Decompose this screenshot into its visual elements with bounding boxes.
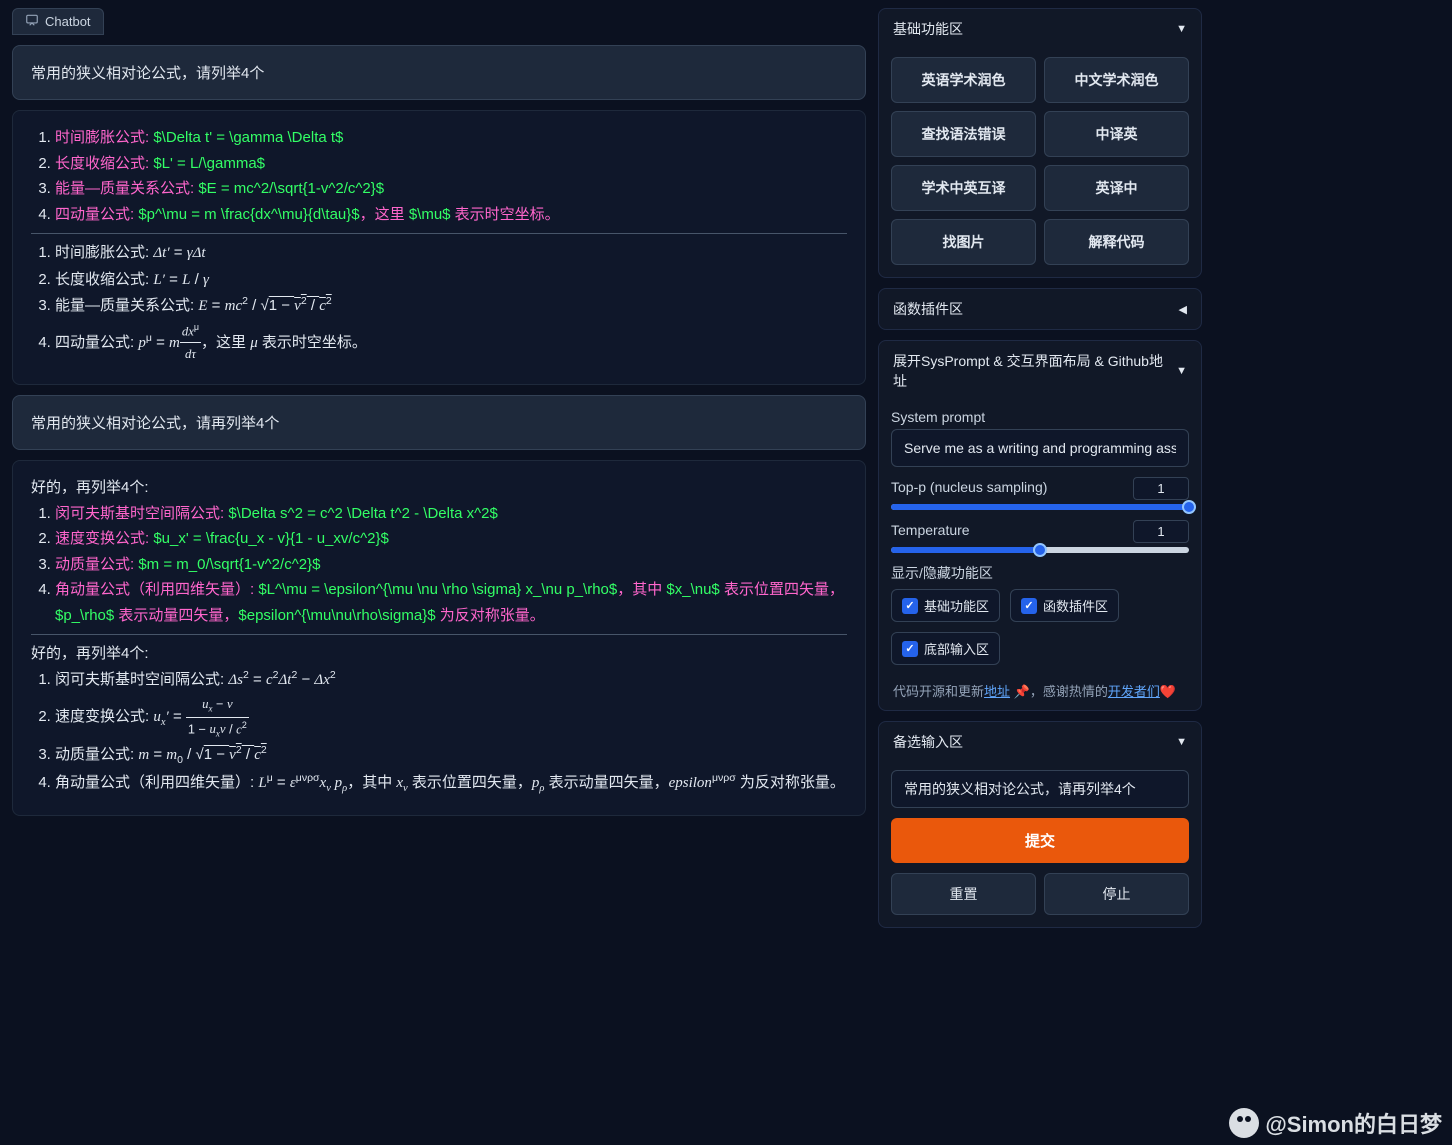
watermark: @Simon的白日梦 <box>1229 1107 1442 1139</box>
pin-icon: 📌 <box>1014 684 1030 699</box>
alt-input-field[interactable] <box>891 770 1189 808</box>
fn-btn-6[interactable]: 找图片 <box>891 219 1036 265</box>
fn-btn-2[interactable]: 查找语法错误 <box>891 111 1036 157</box>
fn-btn-3[interactable]: 中译英 <box>1044 111 1189 157</box>
bot2-raw-list: 闵可夫斯基时空间隔公式: $\Delta s^2 = c^2 \Delta t^… <box>31 501 847 629</box>
user-message-1: 常用的狭义相对论公式，请列举4个 <box>12 45 866 100</box>
fn-btn-1[interactable]: 中文学术润色 <box>1044 57 1189 103</box>
bot2-rendered-list: 闵可夫斯基时空间隔公式: Δs2 = c2Δt2 − Δx2 速度变换公式: u… <box>31 667 847 798</box>
footnote: 代码开源和更新地址 📌，感谢热情的开发者们❤️ <box>879 677 1201 710</box>
repo-link[interactable]: 地址 <box>984 684 1010 699</box>
check-plugins[interactable]: ✓函数插件区 <box>1010 589 1119 622</box>
fn-btn-5[interactable]: 英译中 <box>1044 165 1189 211</box>
panel-sysprompt: 展开SysPrompt & 交互界面布局 & Github地址 ▼ System… <box>878 340 1202 711</box>
temperature-value[interactable]: 1 <box>1133 520 1189 543</box>
stop-button[interactable]: 停止 <box>1044 873 1189 915</box>
basic-button-grid: 英语学术润色 中文学术润色 查找语法错误 中译英 学术中英互译 英译中 找图片 … <box>891 57 1189 265</box>
chevron-down-icon: ▼ <box>1176 736 1187 748</box>
topp-value[interactable]: 1 <box>1133 477 1189 500</box>
bot1-raw-list: 时间膨胀公式: $\Delta t' = \gamma \Delta t$ 长度… <box>31 125 847 227</box>
bot-message-1: 时间膨胀公式: $\Delta t' = \gamma \Delta t$ 长度… <box>12 110 866 385</box>
show-hide-label: 显示/隐藏功能区 <box>891 563 1189 583</box>
tab-chatbot[interactable]: Chatbot <box>12 8 104 35</box>
panel-plugins-header[interactable]: 函数插件区 ◀ <box>879 289 1201 329</box>
panel-alt-input: 备选输入区 ▼ 提交 重置 停止 <box>878 721 1202 928</box>
chevron-down-icon: ▼ <box>1176 365 1187 377</box>
fn-btn-4[interactable]: 学术中英互译 <box>891 165 1036 211</box>
sysprompt-input[interactable] <box>891 429 1189 467</box>
reset-button[interactable]: 重置 <box>891 873 1036 915</box>
bot-message-2: 好的，再列举4个: 闵可夫斯基时空间隔公式: $\Delta s^2 = c^2… <box>12 460 866 816</box>
weibo-icon <box>1229 1108 1259 1138</box>
panel-basic-header[interactable]: 基础功能区 ▼ <box>879 9 1201 49</box>
panel-basic: 基础功能区 ▼ 英语学术润色 中文学术润色 查找语法错误 中译英 学术中英互译 … <box>878 8 1202 278</box>
sidebar: 基础功能区 ▼ 英语学术润色 中文学术润色 查找语法错误 中译英 学术中英互译 … <box>878 0 1210 955</box>
topp-slider[interactable] <box>891 504 1189 510</box>
temperature-slider[interactable] <box>891 547 1189 553</box>
fn-btn-0[interactable]: 英语学术润色 <box>891 57 1036 103</box>
submit-button[interactable]: 提交 <box>891 818 1189 863</box>
chevron-left-icon: ◀ <box>1179 303 1187 316</box>
fn-btn-7[interactable]: 解释代码 <box>1044 219 1189 265</box>
panel-sysprompt-header[interactable]: 展开SysPrompt & 交互界面布局 & Github地址 ▼ <box>879 341 1201 401</box>
chevron-down-icon: ▼ <box>1176 23 1187 35</box>
tab-label: Chatbot <box>45 14 91 29</box>
check-bottom-input[interactable]: ✓底部输入区 <box>891 632 1000 665</box>
heart-icon: ❤️ <box>1160 684 1176 699</box>
temperature-label: Temperature <box>891 522 970 538</box>
tab-bar: Chatbot <box>12 8 866 35</box>
check-basic[interactable]: ✓基础功能区 <box>891 589 1000 622</box>
checkbox-row: ✓基础功能区 ✓函数插件区 ✓底部输入区 <box>891 589 1189 665</box>
panel-plugins: 函数插件区 ◀ <box>878 288 1202 330</box>
devs-link[interactable]: 开发者们 <box>1108 684 1160 699</box>
bot1-rendered-list: 时间膨胀公式: Δt′ = γΔt 长度收缩公式: L′ = L / γ 能量—… <box>31 240 847 366</box>
topp-label: Top-p (nucleus sampling) <box>891 479 1047 495</box>
chat-icon <box>25 13 39 30</box>
chat-column: Chatbot 常用的狭义相对论公式，请列举4个 时间膨胀公式: $\Delta… <box>0 0 878 955</box>
user-message-2: 常用的狭义相对论公式，请再列举4个 <box>12 395 866 450</box>
panel-alt-input-header[interactable]: 备选输入区 ▼ <box>879 722 1201 762</box>
sysprompt-label: System prompt <box>891 409 1189 425</box>
